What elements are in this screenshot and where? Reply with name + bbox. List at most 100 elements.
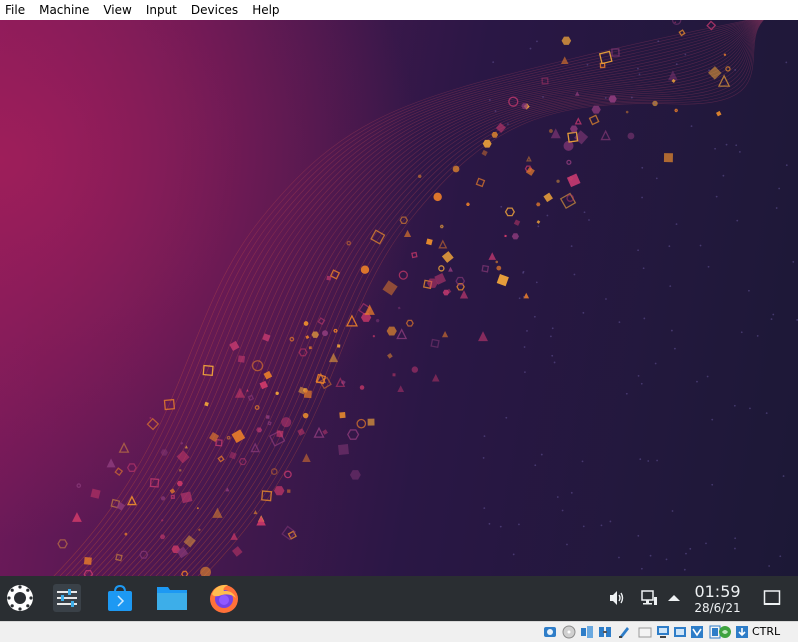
expand-arrow-icon[interactable] bbox=[662, 582, 686, 614]
wallpaper-particle bbox=[337, 344, 341, 348]
menu-view[interactable]: View bbox=[97, 0, 139, 20]
clock-time: 01:59 bbox=[694, 582, 741, 601]
wallpaper-particle bbox=[725, 66, 731, 72]
wallpaper-dot bbox=[734, 69, 737, 71]
wallpaper-art bbox=[53, 20, 798, 576]
wallpaper-dot bbox=[551, 354, 554, 357]
wallpaper-dot bbox=[540, 453, 543, 456]
wallpaper-particle bbox=[411, 366, 419, 373]
mouse-integration-icon[interactable] bbox=[718, 625, 732, 639]
menu-machine[interactable]: Machine bbox=[33, 0, 97, 20]
wallpaper-particle bbox=[263, 370, 273, 380]
audio-icon[interactable] bbox=[580, 625, 594, 639]
wallpaper-particle bbox=[254, 405, 260, 411]
recording-icon[interactable] bbox=[673, 625, 687, 639]
menu-help[interactable]: Help bbox=[246, 0, 287, 20]
wallpaper-particle bbox=[317, 317, 326, 326]
wallpaper-particle bbox=[298, 348, 308, 357]
wallpaper-dot bbox=[488, 522, 491, 525]
wallpaper-dot bbox=[657, 40, 660, 43]
menu-input[interactable]: Input bbox=[140, 0, 185, 20]
wallpaper-dot bbox=[647, 460, 650, 462]
wallpaper-dot bbox=[665, 558, 668, 561]
wallpaper-particle bbox=[459, 290, 469, 299]
firefox-icon[interactable] bbox=[208, 582, 240, 614]
wallpaper-particle bbox=[411, 251, 418, 259]
wallpaper-dot bbox=[524, 371, 526, 374]
wallpaper-particle bbox=[398, 270, 408, 280]
vm-statusbar: CTRL bbox=[0, 621, 798, 642]
wallpaper-dot bbox=[649, 554, 652, 557]
wallpaper-dot bbox=[483, 435, 486, 438]
wallpaper-dot bbox=[507, 123, 509, 126]
wallpaper-particle bbox=[72, 512, 82, 522]
wallpaper-particle bbox=[326, 275, 332, 281]
wallpaper-dot bbox=[637, 67, 639, 70]
folder-icon[interactable] bbox=[156, 582, 188, 614]
volume-icon[interactable] bbox=[602, 582, 632, 614]
wallpaper-dot bbox=[689, 547, 692, 550]
wallpaper-particle bbox=[149, 416, 152, 419]
wallpaper-particle bbox=[495, 260, 499, 264]
wallpaper-dot bbox=[536, 40, 538, 43]
wallpaper-particle bbox=[124, 532, 128, 536]
wallpaper-particle bbox=[566, 173, 581, 188]
usb-icon[interactable] bbox=[617, 625, 631, 639]
wallpaper-dot bbox=[604, 97, 607, 99]
wallpaper-dot bbox=[522, 271, 524, 274]
settings-sliders-icon[interactable] bbox=[51, 582, 83, 614]
wallpaper-particle bbox=[346, 240, 352, 246]
hard-disk-icon[interactable] bbox=[543, 625, 557, 639]
wallpaper-dot bbox=[705, 542, 707, 545]
display-icon[interactable] bbox=[656, 625, 670, 639]
digital-clock[interactable]: 01:59 28/6/21 bbox=[690, 582, 745, 616]
wallpaper-dot bbox=[668, 245, 671, 248]
wallpaper-dot bbox=[655, 177, 658, 180]
wallpaper-particle bbox=[403, 229, 412, 238]
wallpaper-particle bbox=[438, 265, 445, 272]
wallpaper-particle bbox=[339, 412, 346, 419]
wallpaper-particle bbox=[246, 389, 249, 392]
wallpaper-particle bbox=[231, 429, 246, 444]
shared-folder-icon[interactable] bbox=[638, 625, 652, 639]
optical-disk-icon[interactable] bbox=[562, 625, 576, 639]
wallpaper-dot bbox=[641, 196, 643, 199]
store-bag-icon[interactable] bbox=[104, 582, 136, 614]
wallpaper-particle bbox=[356, 418, 367, 429]
wallpaper-particle bbox=[303, 321, 309, 326]
vt-x-icon[interactable] bbox=[690, 625, 704, 639]
wallpaper-particle bbox=[259, 380, 268, 390]
wallpaper-particle bbox=[627, 132, 635, 140]
wallpaper-particle bbox=[382, 280, 398, 296]
wallpaper-dot bbox=[588, 219, 590, 221]
wallpaper-dot bbox=[556, 496, 559, 498]
wallpaper-particle bbox=[202, 364, 214, 377]
wallpaper-dot bbox=[671, 510, 674, 512]
wallpaper-dot bbox=[711, 483, 714, 486]
wallpaper-particle bbox=[253, 510, 258, 515]
menu-devices[interactable]: Devices bbox=[185, 0, 246, 20]
desktop-wallpaper[interactable] bbox=[0, 20, 798, 576]
wallpaper-dot bbox=[749, 407, 751, 410]
menu-file[interactable]: File bbox=[0, 0, 33, 20]
wallpaper-dot bbox=[522, 295, 525, 298]
wallpaper-particle bbox=[118, 441, 130, 453]
wallpaper-particle bbox=[600, 129, 611, 141]
wallpaper-dot bbox=[581, 460, 584, 463]
wallpaper-particle bbox=[396, 328, 408, 340]
network-adapter-icon[interactable] bbox=[598, 625, 612, 639]
network-icon[interactable] bbox=[634, 582, 664, 614]
kde-menu-icon[interactable] bbox=[4, 582, 36, 614]
wallpaper-dot bbox=[738, 151, 741, 153]
wallpaper-dot bbox=[675, 63, 678, 66]
wallpaper-particle bbox=[441, 251, 454, 263]
show-desktop-icon[interactable] bbox=[756, 582, 788, 614]
wallpaper-particle bbox=[197, 528, 201, 532]
wallpaper-particle bbox=[481, 264, 490, 273]
vm-menubar: File Machine View Input Devices Help bbox=[0, 0, 798, 20]
wallpaper-particle bbox=[226, 435, 231, 440]
wallpaper-particle bbox=[405, 319, 414, 327]
wallpaper-particle bbox=[329, 269, 341, 280]
wallpaper-dot bbox=[656, 459, 658, 462]
arrow-down-icon[interactable] bbox=[735, 625, 749, 639]
